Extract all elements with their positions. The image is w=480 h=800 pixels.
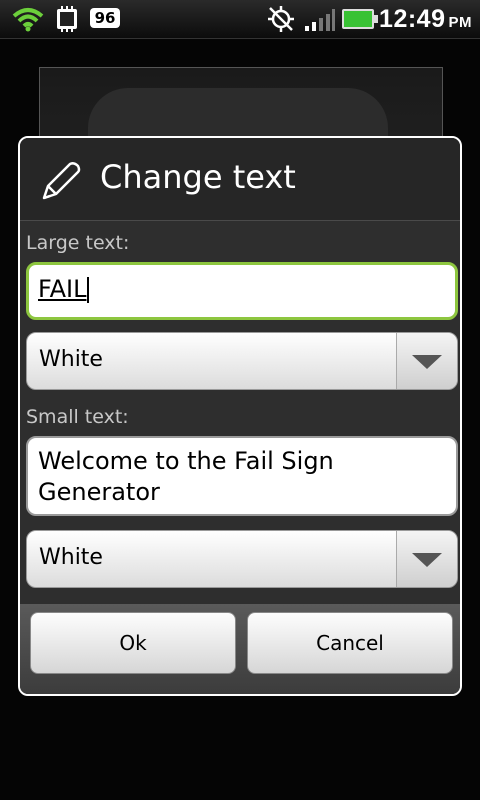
small-text-label: Small text: [26, 406, 129, 428]
battery-icon [342, 9, 378, 29]
small-text-color-value: White [39, 545, 103, 570]
dialog-button-bar: Ok Cancel [20, 604, 460, 694]
change-text-dialog: Change text Large text: FAIL White Small… [18, 136, 462, 696]
ok-button[interactable]: Ok [30, 612, 236, 674]
small-text-color-dropdown-button[interactable] [396, 531, 457, 587]
wifi-icon [12, 8, 44, 32]
small-text-input[interactable]: Welcome to the Fail Sign Generator [26, 436, 458, 516]
cancel-button[interactable]: Cancel [247, 612, 453, 674]
dialog-title: Change text [100, 158, 296, 196]
gps-searching-icon [268, 6, 294, 32]
small-text-color-select[interactable]: White [26, 530, 458, 588]
status-bar: 96 12:49 PM [0, 0, 480, 39]
large-text-color-value: White [39, 347, 103, 372]
clock: 12:49 PM [379, 5, 472, 34]
large-text-label: Large text: [26, 232, 130, 254]
large-text-input[interactable]: FAIL [26, 262, 458, 320]
chevron-down-icon [412, 553, 442, 567]
dialog-header: Change text [20, 138, 460, 221]
clock-time: 12:49 [379, 5, 446, 33]
sd-card-icon [57, 6, 77, 32]
clock-ampm: PM [448, 14, 472, 31]
large-text-value: FAIL [38, 275, 87, 303]
text-cursor [87, 277, 90, 303]
pencil-icon [42, 162, 81, 200]
signal-strength-icon [305, 9, 335, 31]
large-text-color-select[interactable]: White [26, 332, 458, 390]
large-text-color-dropdown-button[interactable] [396, 333, 457, 389]
chevron-down-icon [412, 355, 442, 369]
battery-percent-badge: 96 [90, 8, 120, 28]
